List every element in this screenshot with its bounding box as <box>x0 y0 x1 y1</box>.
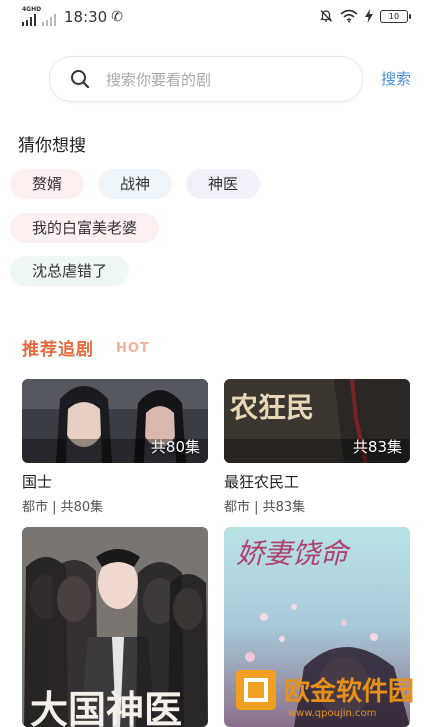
watermark-image: 欧金软件园 www.qpoujin.com <box>236 670 414 719</box>
episode-count-badge: 共83集 <box>352 438 402 456</box>
signal-group: 4GHD <box>22 6 56 26</box>
search-button[interactable]: 搜索 <box>381 68 411 89</box>
episode-count-badge: 共80集 <box>150 438 200 456</box>
status-time: 18:30 <box>64 8 108 26</box>
tag-chip[interactable]: 赘婿 <box>10 169 85 199</box>
signal-icon-2 <box>42 14 56 26</box>
wifi-icon <box>340 9 358 23</box>
guess-section-title: 猜你想搜 <box>18 136 86 156</box>
watermark-logo: 欧金软件园 www.qpoujin.com <box>234 666 428 720</box>
svg-text:欧金软件园: 欧金软件园 <box>284 676 414 707</box>
status-bar: 4GHD 18:30 ✆ 10 <box>0 0 432 36</box>
poster-title-art: 大国神医 <box>30 687 182 727</box>
charging-icon <box>365 9 373 23</box>
drama-poster[interactable]: 大国神医 <box>22 527 208 727</box>
phone-icon: ✆ <box>111 9 123 25</box>
drama-meta: 都市 | 共80集 <box>22 500 104 515</box>
drama-meta: 都市 | 共83集 <box>224 500 306 515</box>
search-bar[interactable] <box>49 56 363 102</box>
battery-icon: 10 <box>380 9 411 23</box>
poster-title-art: 娇妻饶命 <box>236 537 351 570</box>
poster-image: 大国神医 <box>22 527 208 727</box>
tag-chip[interactable]: 沈总虐错了 <box>10 256 130 286</box>
status-right: 10 <box>319 9 411 23</box>
tag-chip[interactable]: 我的白富美老婆 <box>10 213 160 243</box>
poster-title-art: 农狂民 <box>229 391 314 424</box>
mute-bell-icon <box>320 10 332 22</box>
drama-poster[interactable]: 农狂民 共83集 <box>224 379 410 463</box>
network-type: 4GHD <box>22 6 42 13</box>
hot-badge: HOT <box>116 341 150 356</box>
tag-chip[interactable]: 神医 <box>186 169 261 199</box>
drama-title[interactable]: 最狂农民工 <box>224 471 299 492</box>
drama-poster[interactable]: 共80集 <box>22 379 208 463</box>
tag-chip[interactable]: 战神 <box>98 169 173 199</box>
recommend-title: 推荐追剧 <box>22 340 94 360</box>
search-input[interactable] <box>104 67 348 93</box>
drama-title[interactable]: 国士 <box>22 471 52 492</box>
search-icon <box>71 70 90 89</box>
signal-icon <box>22 14 36 26</box>
status-left: 4GHD 18:30 ✆ <box>22 6 123 26</box>
svg-text:www.qpoujin.com: www.qpoujin.com <box>288 708 376 719</box>
